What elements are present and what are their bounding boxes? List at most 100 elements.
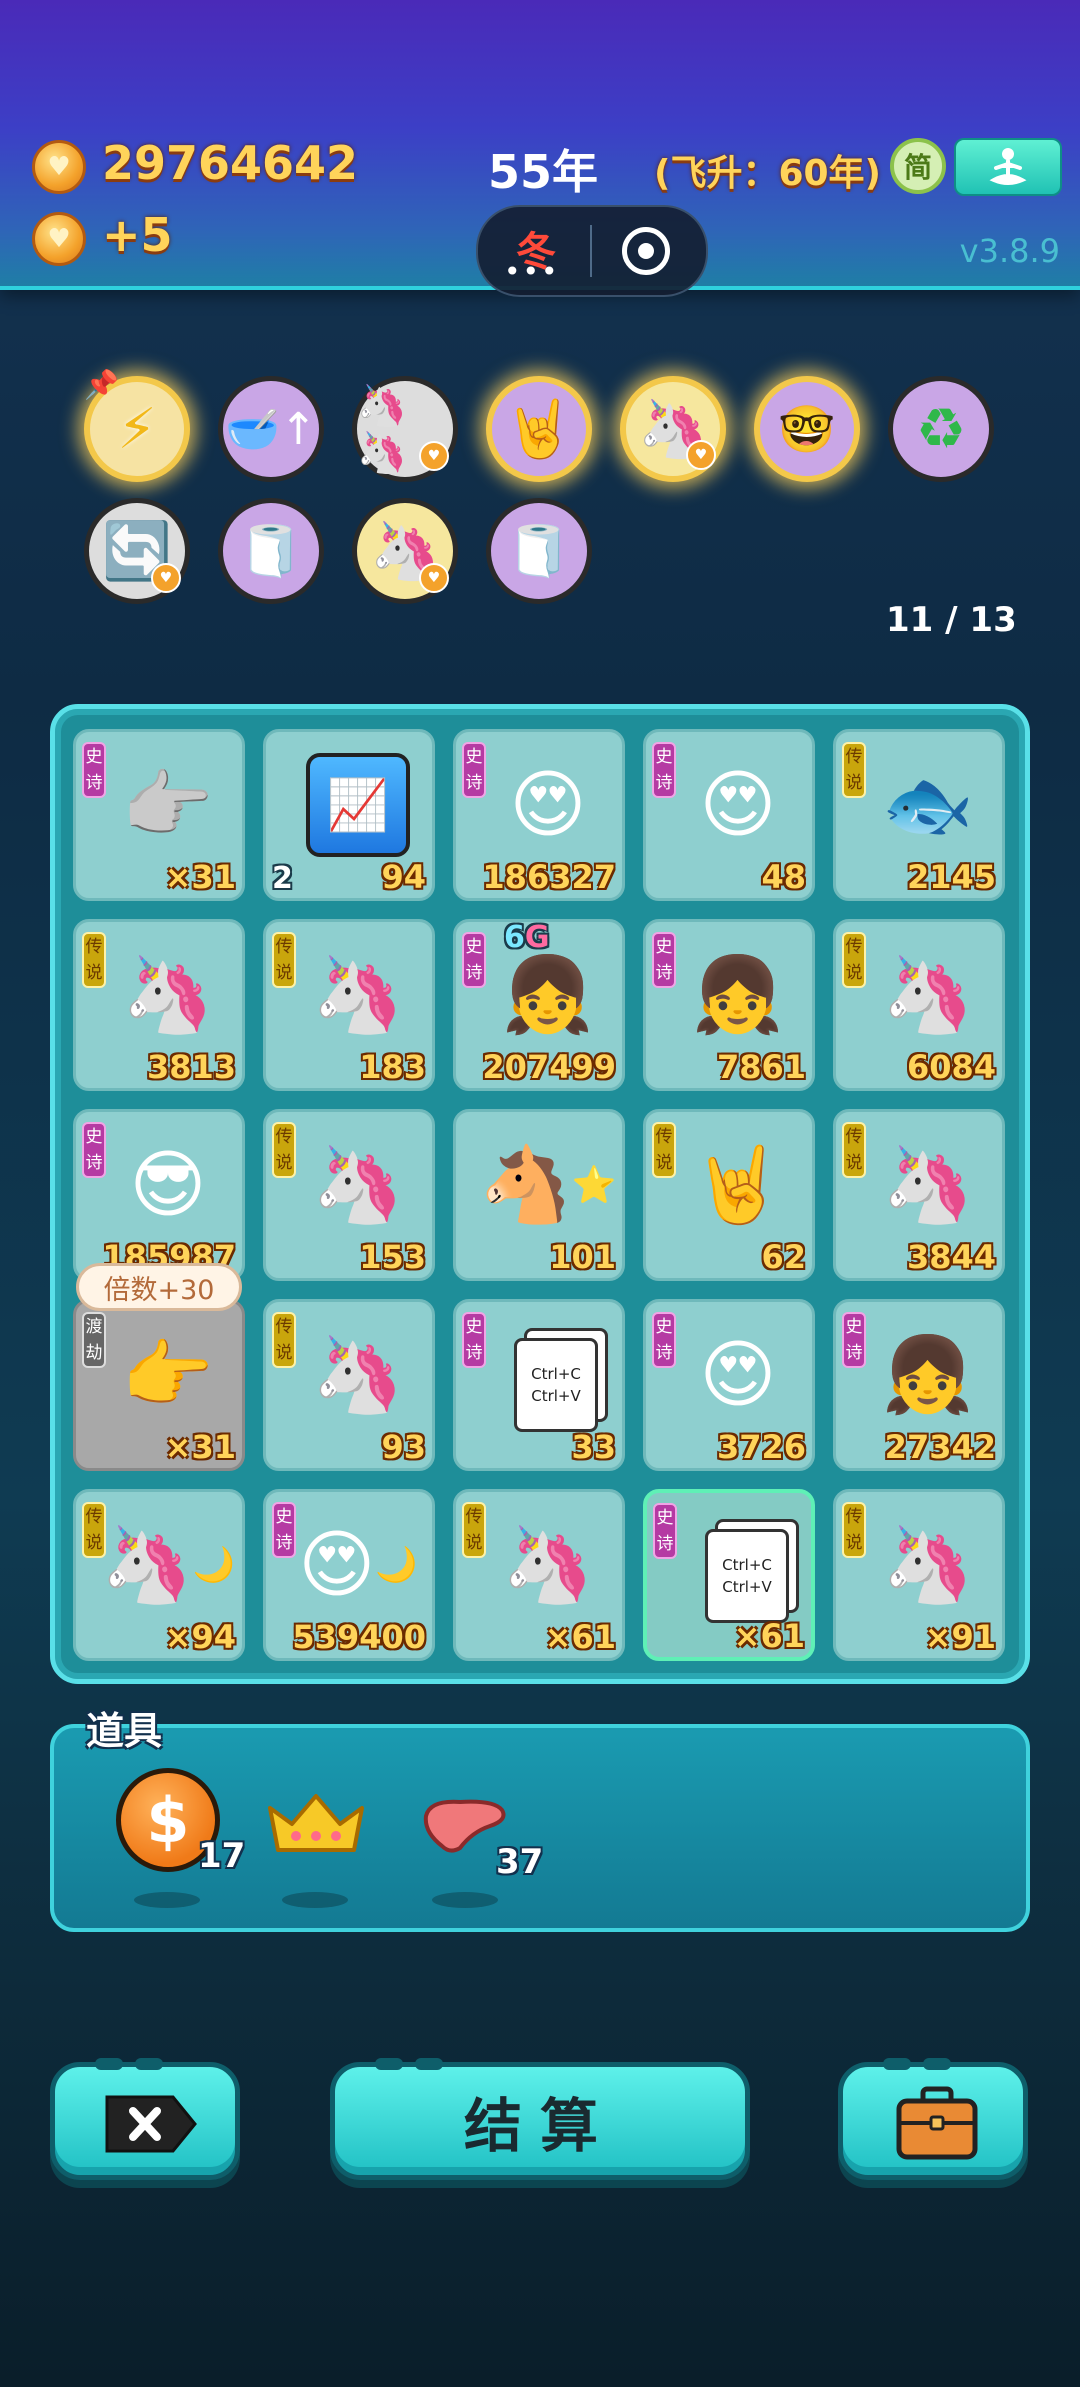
rarity-tag: 史诗 <box>653 1503 677 1559</box>
bowls-icon: 🥣↑ <box>225 404 317 455</box>
tissue-icon: 🧻 <box>239 521 303 580</box>
cell-value: 183 <box>359 1048 426 1086</box>
rarity-tag: 传说 <box>272 1122 296 1178</box>
board-cell[interactable]: 史诗 😍 🌙 539400 <box>263 1489 435 1661</box>
rarity-tag: 传说 <box>82 932 106 988</box>
buff-unicorn-gold[interactable]: 🦄 ♥ <box>620 376 726 482</box>
rarity-tag: 史诗 <box>462 742 486 798</box>
item-board: 史诗 👉 ×31 📈 2 94 史诗 😍 186327 史诗 😍 48 传说 🐟… <box>50 704 1030 1684</box>
cell-value: ×31 <box>164 858 236 896</box>
tissue-icon: 🧻 <box>507 521 571 580</box>
cell-value: 6084 <box>906 1048 996 1086</box>
board-cell[interactable]: 传说 🐟 2145 <box>833 729 1005 901</box>
cell-value: ×61 <box>733 1617 805 1655</box>
unicorn-icon: 🦄 <box>311 1141 405 1228</box>
rarity-tag: 传说 <box>842 742 866 798</box>
math-face-icon: 🤓 <box>778 401 836 456</box>
copy-paste-icon: Ctrl+C Ctrl+V <box>687 1521 807 1631</box>
board-cell[interactable]: 传说 🤘 62 <box>643 1109 815 1281</box>
board-cell[interactable]: 渡劫 👉 ×31 <box>73 1299 245 1471</box>
close-target-icon[interactable] <box>622 227 670 275</box>
version-label: v3.8.9 <box>959 232 1060 270</box>
board-cell[interactable]: 史诗 😍 3726 <box>643 1299 815 1471</box>
season-more-button[interactable]: 冬 ••• <box>496 217 566 288</box>
rarity-tag: 史诗 <box>652 742 676 798</box>
capsule-divider <box>590 225 592 277</box>
board-cell[interactable]: 传说 🦄 153 <box>263 1109 435 1281</box>
current-year: 55年 <box>488 145 599 199</box>
board-cell[interactable]: 传说 🦄 ×61 <box>453 1489 625 1661</box>
buff-twin-unicorn[interactable]: 🦄🦄 ♥ <box>352 376 458 482</box>
board-cell[interactable]: 传说 🦄 🌙 ×94 <box>73 1489 245 1661</box>
green-hair-sunglasses-face-icon: 😎 <box>129 1142 207 1228</box>
rarity-tag: 史诗 <box>272 1502 296 1558</box>
green-hair-love-face-moon-icon: 😍 🌙 <box>298 1522 418 1608</box>
briefcase-icon <box>896 2086 978 2160</box>
rarity-tag: 史诗 <box>652 1312 676 1368</box>
board-cell[interactable]: 史诗 👉 ×31 <box>73 729 245 901</box>
more-dots-icon: ••• <box>504 255 560 288</box>
buff-math-face[interactable]: 🤓 <box>754 376 860 482</box>
buff-tissue-2[interactable]: 🧻 <box>486 498 592 604</box>
unicorn-icon: 🦄 <box>881 1521 975 1608</box>
board-cell-selected[interactable]: 史诗 Ctrl+C Ctrl+V ×61 <box>643 1489 815 1661</box>
unicorn-moon-icon: 🦄 🌙 <box>100 1521 236 1608</box>
rarity-tag: 史诗 <box>842 1312 866 1368</box>
pin-icon: 📌 <box>84 368 119 401</box>
cell-value: 207499 <box>482 1048 616 1086</box>
rarity-tag: 传说 <box>652 1122 676 1178</box>
board-cell[interactable]: 史诗 😍 186327 <box>453 729 625 901</box>
cell-value: ×61 <box>544 1618 616 1656</box>
board-cell[interactable]: 传说 🦄 ×91 <box>833 1489 1005 1661</box>
cell-value: 2145 <box>906 858 996 896</box>
buff-bowls[interactable]: 🥣↑ <box>218 376 324 482</box>
delete-x-icon <box>105 2095 197 2153</box>
unicorn-icon: 🦄 <box>311 951 405 1038</box>
settle-button[interactable]: 结算 <box>330 2058 750 2180</box>
board-cell[interactable]: 史诗 😍 48 <box>643 729 815 901</box>
meditate-button[interactable] <box>954 138 1062 196</box>
board-cell[interactable]: 传说 🦄 183 <box>263 919 435 1091</box>
tool-crown[interactable] <box>266 1790 366 1854</box>
rarity-tag: 传说 <box>842 932 866 988</box>
point-hand-icon: 👉 <box>121 761 215 848</box>
tool-liver-count: 37 <box>496 1842 544 1882</box>
board-cell[interactable]: 史诗 6G 👧 207499 <box>453 919 625 1091</box>
cowboy-love-face-icon: 😍 <box>509 762 587 848</box>
simplified-toggle[interactable]: 简 <box>890 138 946 194</box>
tool-liver[interactable]: 37 <box>420 1796 543 1882</box>
board-cell[interactable]: 传说 🦄 3844 <box>833 1109 1005 1281</box>
bag-button[interactable] <box>838 2058 1028 2180</box>
board-cell[interactable]: 传说 🦄 6084 <box>833 919 1005 1091</box>
board-cell[interactable]: 🐴 ⭐ 101 <box>453 1109 625 1281</box>
board-cell[interactable]: 史诗 👧 7861 <box>643 919 815 1091</box>
cell-value: 93 <box>381 1428 426 1466</box>
rock-hand-icon: 🤘 <box>691 1141 785 1228</box>
green-hair-love-face-icon: 😍 <box>699 1332 777 1418</box>
board-cell[interactable]: 📈 2 94 <box>263 729 435 901</box>
board-cell[interactable]: 史诗 😎 185987 <box>73 1109 245 1281</box>
cell-value: 539400 <box>292 1618 426 1656</box>
buff-tissue[interactable]: 🧻 <box>218 498 324 604</box>
point-hand-icon: 👉 <box>121 1331 215 1418</box>
board-cell[interactable]: 史诗 👧 27342 <box>833 1299 1005 1471</box>
tools-panel: $ 17 37 <box>50 1724 1030 1932</box>
cell-value: 48 <box>761 858 806 896</box>
unicorn-icon: 🦄 <box>881 951 975 1038</box>
buff-refresh[interactable]: 🔄 ♥ <box>84 498 190 604</box>
recycle-icon: ♻ <box>915 396 967 462</box>
tools-label: 道具 <box>86 1709 163 1753</box>
buff-unicorn[interactable]: 🦄 ♥ <box>352 498 458 604</box>
discard-button[interactable] <box>50 2058 240 2180</box>
copy-paste-icon: Ctrl+C Ctrl+V <box>496 1330 616 1440</box>
meditate-icon <box>989 148 1027 185</box>
rarity-tag: 传说 <box>842 1122 866 1178</box>
board-cell[interactable]: 史诗 Ctrl+C Ctrl+V 33 <box>453 1299 625 1471</box>
tool-coin[interactable]: $ 17 <box>116 1768 245 1876</box>
buff-rock-hand[interactable]: 🤘 <box>486 376 592 482</box>
board-cell[interactable]: 传说 🦄 93 <box>263 1299 435 1471</box>
rarity-tag: 史诗 <box>462 932 486 988</box>
board-cell[interactable]: 传说 🦄 3813 <box>73 919 245 1091</box>
cell-value: 3844 <box>906 1238 996 1276</box>
buff-recycle[interactable]: ♻ <box>888 376 994 482</box>
